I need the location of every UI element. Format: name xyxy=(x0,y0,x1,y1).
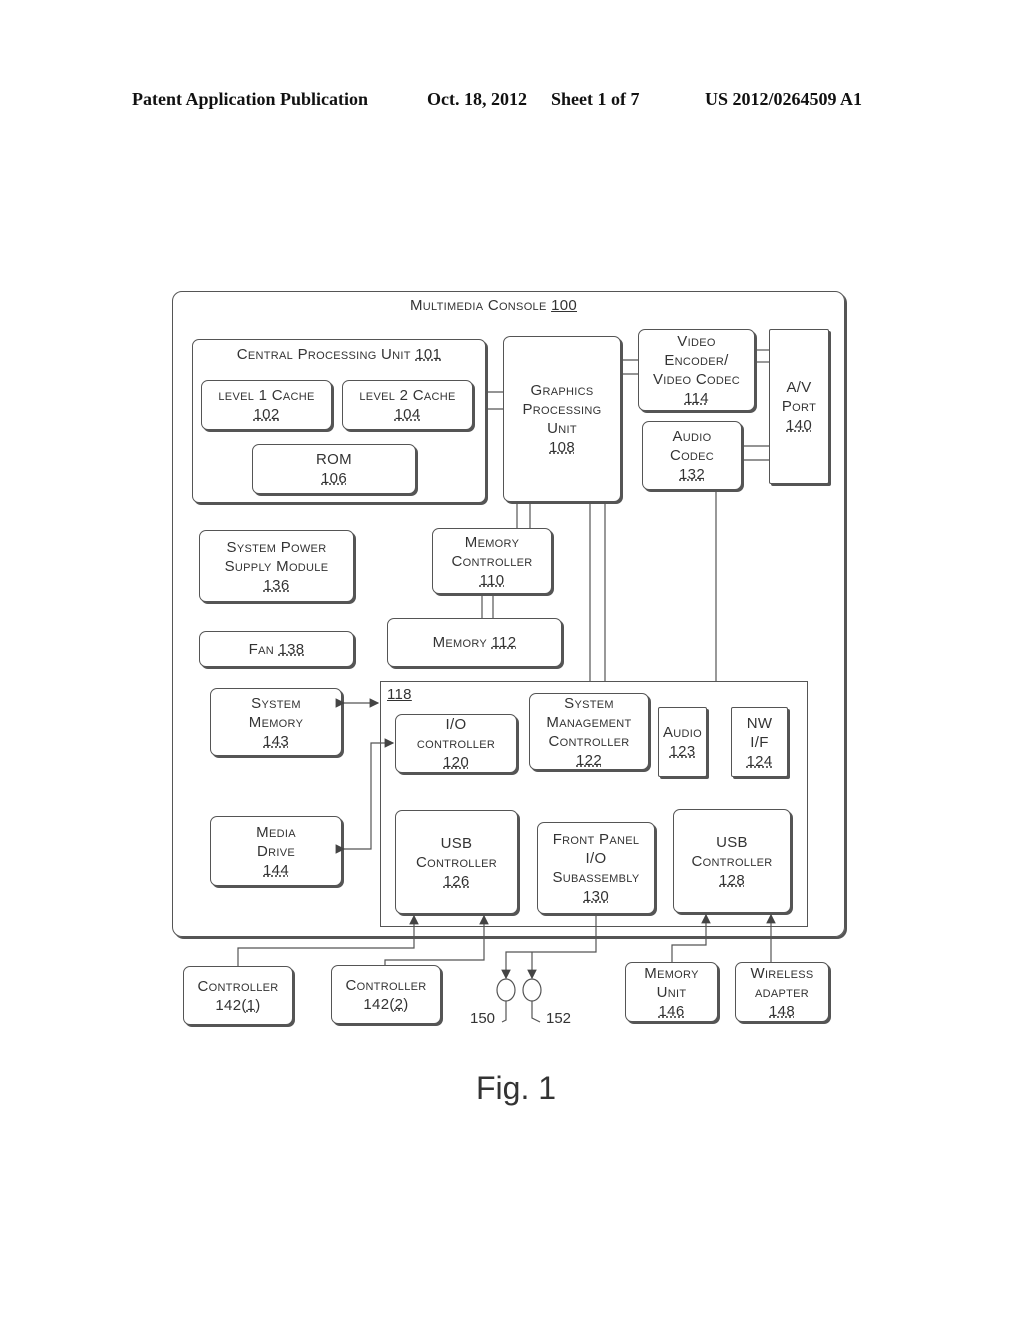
ref-152-label: 152 xyxy=(546,1010,572,1027)
port-152-leader xyxy=(531,1001,541,1023)
controller-2-block: Controller 142(2) xyxy=(331,965,441,1024)
network-interface-block: NW I/F 124 xyxy=(731,707,788,777)
audio-block: Audio 123 xyxy=(658,707,707,777)
memory-block: Memory 112 xyxy=(387,618,562,667)
level2-cache-block: level 2 Cache 104 xyxy=(342,380,473,430)
io-controller-block: I/O controller 120 xyxy=(395,714,517,773)
ref-150-label: 150 xyxy=(470,1010,496,1027)
figure-caption: Fig. 1 xyxy=(476,1070,557,1106)
memory-controller-block: Memory Controller 110 xyxy=(432,528,552,594)
port-150-circle xyxy=(496,978,516,1002)
media-drive-block: Media Drive 144 xyxy=(210,816,342,886)
level1-cache-block: level 1 Cache 102 xyxy=(201,380,332,430)
controller-1-block: Controller 142(1) xyxy=(183,966,293,1025)
system-management-controller-block: System Management Controller 122 xyxy=(529,693,649,770)
video-encoder-block: Video Encoder/ Video Codec 114 xyxy=(638,329,755,411)
port-152-circle xyxy=(522,978,542,1002)
usb-controller-128-block: USB Controller 128 xyxy=(673,809,791,913)
port-150-leader xyxy=(501,1001,507,1023)
gpu-block: Graphics Processing Unit 108 xyxy=(503,336,621,502)
audio-codec-block: Audio Codec 132 xyxy=(642,421,742,490)
system-memory-block: System Memory 143 xyxy=(210,688,342,756)
publication-label: Patent Application Publication xyxy=(132,89,369,109)
sheet-number: Sheet 1 of 7 xyxy=(551,89,640,109)
usb-controller-126-block: USB Controller 126 xyxy=(395,810,518,914)
console-label: Multimedia Console 100 xyxy=(410,297,578,314)
front-panel-io-block: Front Panel I/O Subassembly 130 xyxy=(537,822,655,914)
rom-block: ROM 106 xyxy=(252,444,416,494)
patent-number: US 2012/0264509 A1 xyxy=(705,89,863,109)
wireless-adapter-block: Wireless adapter 148 xyxy=(735,962,829,1022)
fan-block: Fan 138 xyxy=(199,631,354,667)
publication-date: Oct. 18, 2012 xyxy=(427,89,527,109)
power-supply-block: System Power Supply Module 136 xyxy=(199,530,354,602)
av-port-block: A/V Port 140 xyxy=(769,329,829,484)
memory-unit-block: Memory Unit 146 xyxy=(625,962,718,1022)
io-subsystem-label: 118 xyxy=(387,686,412,703)
